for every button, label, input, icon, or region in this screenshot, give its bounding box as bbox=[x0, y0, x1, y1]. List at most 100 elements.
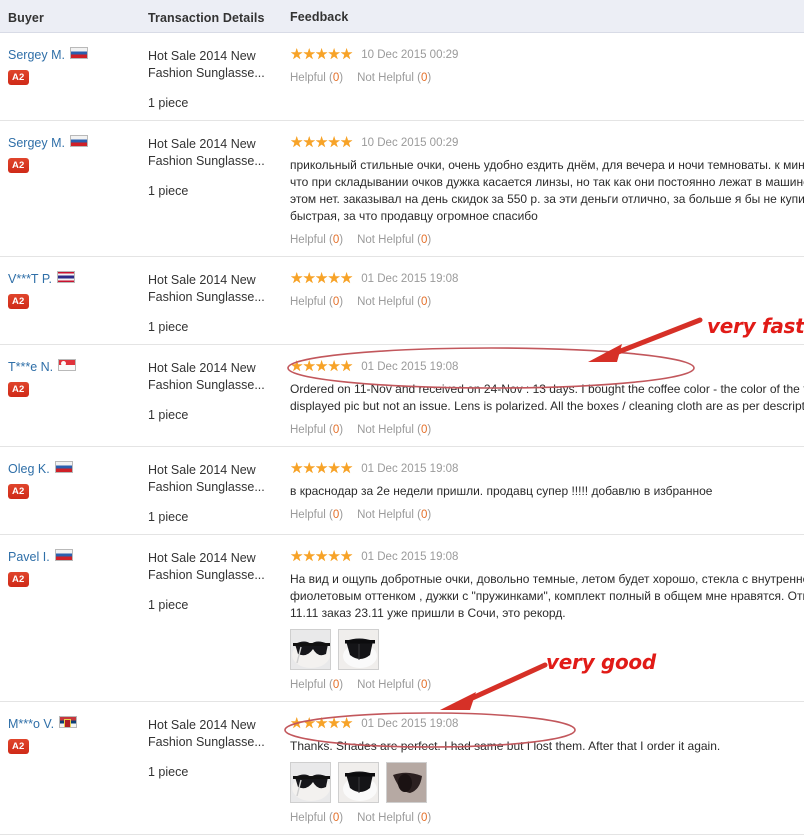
feedback-comment: прикольный стильные очки, очень удобно е… bbox=[290, 158, 804, 223]
review-photos bbox=[290, 762, 804, 803]
review-photo-thumbnail[interactable] bbox=[338, 629, 379, 670]
not-helpful-count: 0 bbox=[421, 424, 428, 436]
helpful-button[interactable]: Helpful (0) bbox=[290, 234, 343, 246]
star-icon: ★ bbox=[339, 714, 353, 732]
star-icon: ★ bbox=[314, 714, 328, 732]
buyer-identity: Sergey M. bbox=[8, 135, 148, 150]
purchase-quantity: 1 piece bbox=[148, 320, 189, 334]
country-flag-icon bbox=[54, 461, 73, 473]
star-icon: ★ bbox=[290, 714, 303, 732]
product-title-link[interactable]: Hot Sale 2014 New Fashion Sunglasse... bbox=[148, 48, 278, 82]
feedback-header: ★★★★★ 01 Dec 2015 19:08 bbox=[290, 548, 804, 565]
helpfulness-actions: Helpful (0) Not Helpful (0) bbox=[290, 72, 804, 84]
helpful-button[interactable]: Helpful (0) bbox=[290, 812, 343, 824]
not-helpful-count: 0 bbox=[421, 509, 428, 521]
helpful-button[interactable]: Helpful (0) bbox=[290, 296, 343, 308]
column-header-transaction: Transaction Details bbox=[148, 10, 265, 25]
buyer-name-link[interactable]: Sergey M. bbox=[8, 136, 65, 150]
star-icon: ★ bbox=[290, 269, 303, 287]
not-helpful-button[interactable]: Not Helpful (0) bbox=[357, 296, 431, 308]
country-flag-icon bbox=[54, 549, 73, 561]
not-helpful-count: 0 bbox=[421, 234, 428, 246]
not-helpful-button[interactable]: Not Helpful (0) bbox=[357, 812, 431, 824]
star-rating: ★★★★★ bbox=[290, 269, 353, 287]
buyer-level-badge: A2 bbox=[8, 739, 29, 754]
helpful-count: 0 bbox=[332, 679, 340, 691]
star-icon: ★ bbox=[327, 357, 340, 375]
buyer-cell: V***T P. A2 bbox=[8, 269, 148, 334]
helpfulness-actions: Helpful (0) Not Helpful (0) bbox=[290, 296, 804, 308]
star-icon: ★ bbox=[290, 357, 303, 375]
buyer-identity: Oleg K. bbox=[8, 461, 148, 476]
buyer-name-link[interactable]: Sergey M. bbox=[8, 48, 65, 62]
star-icon: ★ bbox=[314, 45, 328, 63]
not-helpful-button[interactable]: Not Helpful (0) bbox=[357, 424, 431, 436]
not-helpful-button[interactable]: Not Helpful (0) bbox=[357, 679, 431, 691]
not-helpful-button[interactable]: Not Helpful (0) bbox=[357, 509, 431, 521]
helpful-count: 0 bbox=[332, 296, 340, 308]
product-title-link[interactable]: Hot Sale 2014 New Fashion Sunglasse... bbox=[148, 462, 278, 496]
buyer-name-link[interactable]: V***T P. bbox=[8, 272, 52, 286]
not-helpful-count: 0 bbox=[421, 72, 428, 84]
not-helpful-count: 0 bbox=[421, 296, 428, 308]
feedback-cell: ★★★★★ 01 Dec 2015 19:08 Helpful (0) Not … bbox=[290, 269, 804, 334]
buyer-cell: Pavel I. A2 bbox=[8, 547, 148, 691]
star-icon: ★ bbox=[339, 547, 353, 565]
buyer-level-badge: A2 bbox=[8, 382, 29, 397]
helpful-count: 0 bbox=[332, 812, 340, 824]
buyer-name-link[interactable]: Pavel I. bbox=[8, 550, 50, 564]
not-helpful-count: 0 bbox=[421, 812, 428, 824]
star-rating: ★★★★★ bbox=[290, 357, 353, 375]
purchase-quantity: 1 piece bbox=[148, 184, 189, 198]
star-icon: ★ bbox=[302, 357, 315, 375]
helpfulness-actions: Helpful (0) Not Helpful (0) bbox=[290, 509, 804, 521]
country-flag-icon bbox=[69, 47, 88, 59]
country-flag-icon bbox=[69, 135, 88, 147]
feedback-cell: ★★★★★ 01 Dec 2015 19:08 в краснодар за 2… bbox=[290, 459, 804, 524]
feedback-comment: в краснодар за 2е недели пришли. продавц… bbox=[290, 484, 713, 498]
helpfulness-actions: Helpful (0) Not Helpful (0) bbox=[290, 234, 804, 246]
product-title-link[interactable]: Hot Sale 2014 New Fashion Sunglasse... bbox=[148, 360, 278, 394]
star-icon: ★ bbox=[327, 133, 340, 151]
helpful-button[interactable]: Helpful (0) bbox=[290, 424, 343, 436]
not-helpful-button[interactable]: Not Helpful (0) bbox=[357, 72, 431, 84]
review-photo-thumbnail[interactable] bbox=[386, 762, 427, 803]
not-helpful-count: 0 bbox=[421, 679, 428, 691]
helpfulness-actions: Helpful (0) Not Helpful (0) bbox=[290, 424, 804, 436]
review-photos bbox=[290, 629, 804, 670]
buyer-level-badge: A2 bbox=[8, 158, 29, 173]
not-helpful-button[interactable]: Not Helpful (0) bbox=[357, 234, 431, 246]
helpful-button[interactable]: Helpful (0) bbox=[290, 509, 343, 521]
review-photo-thumbnail[interactable] bbox=[290, 629, 331, 670]
buyer-name-link[interactable]: Oleg K. bbox=[8, 462, 50, 476]
helpful-button[interactable]: Helpful (0) bbox=[290, 679, 343, 691]
star-icon: ★ bbox=[302, 459, 315, 477]
feedback-rows: Sergey M. A2 Hot Sale 2014 New Fashion S… bbox=[0, 33, 804, 835]
helpful-button[interactable]: Helpful (0) bbox=[290, 72, 343, 84]
table-header-row: Buyer Transaction Details Feedback bbox=[0, 0, 804, 33]
feedback-comment: Ordered on 11-Nov and received on 24-Nov… bbox=[290, 382, 804, 413]
product-title-link[interactable]: Hot Sale 2014 New Fashion Sunglasse... bbox=[148, 272, 278, 306]
feedback-header: ★★★★★ 10 Dec 2015 00:29 bbox=[290, 134, 804, 151]
product-title-link[interactable]: Hot Sale 2014 New Fashion Sunglasse... bbox=[148, 136, 278, 170]
buyer-name-link[interactable]: T***e N. bbox=[8, 360, 53, 374]
star-icon: ★ bbox=[314, 459, 328, 477]
buyer-cell: Sergey M. A2 bbox=[8, 133, 148, 246]
buyer-name-link[interactable]: M***o V. bbox=[8, 717, 54, 731]
feedback-date: 01 Dec 2015 19:08 bbox=[361, 717, 459, 730]
transaction-cell: Hot Sale 2014 New Fashion Sunglasse... 1… bbox=[148, 547, 290, 691]
product-title-link[interactable]: Hot Sale 2014 New Fashion Sunglasse... bbox=[148, 550, 278, 584]
buyer-identity: V***T P. bbox=[8, 271, 148, 286]
feedback-cell: ★★★★★ 01 Dec 2015 19:08 Ordered on 11-No… bbox=[290, 357, 804, 437]
product-title-link[interactable]: Hot Sale 2014 New Fashion Sunglasse... bbox=[148, 717, 278, 751]
star-icon: ★ bbox=[314, 357, 328, 375]
star-icon: ★ bbox=[314, 547, 328, 565]
feedback-date: 01 Dec 2015 19:08 bbox=[361, 550, 459, 563]
table-row: Pavel I. A2 Hot Sale 2014 New Fashion Su… bbox=[0, 535, 804, 702]
review-photo-thumbnail[interactable] bbox=[290, 762, 331, 803]
helpfulness-actions: Helpful (0) Not Helpful (0) bbox=[290, 679, 804, 691]
star-icon: ★ bbox=[290, 547, 303, 565]
star-icon: ★ bbox=[327, 45, 340, 63]
buyer-level-badge: A2 bbox=[8, 484, 29, 499]
review-photo-thumbnail[interactable] bbox=[338, 762, 379, 803]
